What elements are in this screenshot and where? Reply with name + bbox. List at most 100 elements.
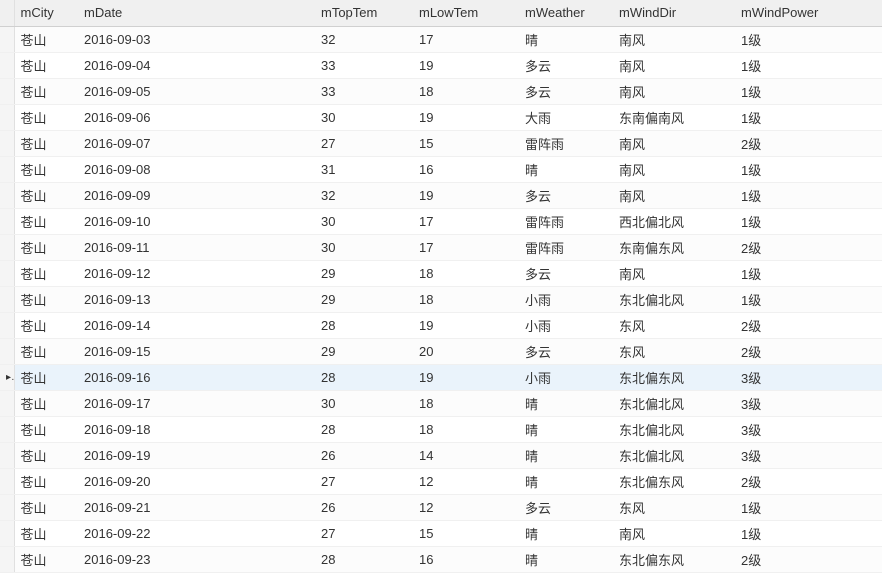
cell-lowtem[interactable]: 19 [413,182,519,208]
cell-lowtem[interactable]: 12 [413,468,519,494]
cell-city[interactable]: 苍山 [14,416,78,442]
cell-winddir[interactable]: 东南偏东风 [613,234,735,260]
cell-toptem[interactable]: 27 [315,468,413,494]
cell-city[interactable]: 苍山 [14,286,78,312]
cell-city[interactable]: 苍山 [14,494,78,520]
cell-date[interactable]: 2016-09-23 [78,546,315,572]
row-selector-cell[interactable] [0,312,14,338]
column-header-weather[interactable]: mWeather [519,0,613,26]
cell-windpow[interactable]: 1级 [735,26,882,52]
cell-date[interactable]: 2016-09-09 [78,182,315,208]
row-selector-cell[interactable] [0,156,14,182]
column-header-city[interactable]: mCity [14,0,78,26]
cell-city[interactable]: 苍山 [14,182,78,208]
cell-weather[interactable]: 晴 [519,156,613,182]
cell-winddir[interactable]: 东北偏北风 [613,286,735,312]
cell-city[interactable]: 苍山 [14,546,78,572]
row-selector-cell[interactable] [0,52,14,78]
cell-lowtem[interactable]: 15 [413,130,519,156]
cell-city[interactable]: 苍山 [14,26,78,52]
column-header-winddir[interactable]: mWindDir [613,0,735,26]
cell-city[interactable]: 苍山 [14,338,78,364]
cell-date[interactable]: 2016-09-03 [78,26,315,52]
cell-weather[interactable]: 晴 [519,390,613,416]
cell-winddir[interactable]: 南风 [613,520,735,546]
table-row[interactable]: 苍山2016-09-173018晴东北偏北风3级 [0,390,882,416]
table-row[interactable]: 苍山2016-09-043319多云南风1级 [0,52,882,78]
row-selector-cell[interactable] [0,338,14,364]
cell-date[interactable]: 2016-09-22 [78,520,315,546]
row-selector-cell[interactable] [0,26,14,52]
cell-toptem[interactable]: 31 [315,156,413,182]
table-row[interactable]: 苍山2016-09-202712晴东北偏东风2级 [0,468,882,494]
cell-weather[interactable]: 晴 [519,26,613,52]
cell-toptem[interactable]: 30 [315,104,413,130]
cell-weather[interactable]: 大雨 [519,104,613,130]
cell-city[interactable]: 苍山 [14,442,78,468]
cell-winddir[interactable]: 东风 [613,338,735,364]
cell-toptem[interactable]: 32 [315,26,413,52]
cell-lowtem[interactable]: 18 [413,416,519,442]
row-selector-cell[interactable] [0,286,14,312]
cell-weather[interactable]: 多云 [519,494,613,520]
cell-date[interactable]: 2016-09-05 [78,78,315,104]
cell-windpow[interactable]: 1级 [735,208,882,234]
cell-weather[interactable]: 多云 [519,260,613,286]
cell-windpow[interactable]: 2级 [735,130,882,156]
row-selector-cell[interactable] [0,208,14,234]
cell-toptem[interactable]: 30 [315,234,413,260]
cell-winddir[interactable]: 南风 [613,156,735,182]
cell-city[interactable]: 苍山 [14,390,78,416]
cell-winddir[interactable]: 东北偏北风 [613,442,735,468]
cell-lowtem[interactable]: 17 [413,234,519,260]
cell-winddir[interactable]: 东北偏东风 [613,468,735,494]
table-row[interactable]: 苍山2016-09-222715晴南风1级 [0,520,882,546]
cell-toptem[interactable]: 28 [315,546,413,572]
cell-date[interactable]: 2016-09-07 [78,130,315,156]
cell-windpow[interactable]: 2级 [735,468,882,494]
cell-weather[interactable]: 小雨 [519,312,613,338]
cell-lowtem[interactable]: 14 [413,442,519,468]
cell-city[interactable]: 苍山 [14,364,78,390]
row-selector-cell[interactable]: ▸ [0,364,14,390]
cell-toptem[interactable]: 27 [315,520,413,546]
row-selector-cell[interactable] [0,494,14,520]
cell-date[interactable]: 2016-09-14 [78,312,315,338]
table-row[interactable]: 苍山2016-09-152920多云东风2级 [0,338,882,364]
cell-toptem[interactable]: 27 [315,130,413,156]
row-selector-cell[interactable] [0,520,14,546]
row-selector-cell[interactable] [0,104,14,130]
table-row[interactable]: 苍山2016-09-113017雷阵雨东南偏东风2级 [0,234,882,260]
row-selector-cell[interactable] [0,260,14,286]
cell-toptem[interactable]: 28 [315,364,413,390]
cell-lowtem[interactable]: 18 [413,78,519,104]
table-row[interactable]: 苍山2016-09-232816晴东北偏东风2级 [0,546,882,572]
table-row[interactable]: 苍山2016-09-132918小雨东北偏北风1级 [0,286,882,312]
cell-windpow[interactable]: 1级 [735,156,882,182]
cell-city[interactable]: 苍山 [14,130,78,156]
cell-city[interactable]: 苍山 [14,78,78,104]
table-row[interactable]: 苍山2016-09-053318多云南风1级 [0,78,882,104]
table-row[interactable]: 苍山2016-09-192614晴东北偏北风3级 [0,442,882,468]
cell-windpow[interactable]: 1级 [735,520,882,546]
cell-lowtem[interactable]: 18 [413,286,519,312]
cell-weather[interactable]: 多云 [519,338,613,364]
cell-city[interactable]: 苍山 [14,468,78,494]
row-selector-cell[interactable] [0,234,14,260]
cell-toptem[interactable]: 30 [315,390,413,416]
cell-toptem[interactable]: 28 [315,416,413,442]
cell-weather[interactable]: 小雨 [519,286,613,312]
cell-winddir[interactable]: 东北偏北风 [613,390,735,416]
cell-winddir[interactable]: 南风 [613,182,735,208]
cell-date[interactable]: 2016-09-16 [78,364,315,390]
cell-winddir[interactable]: 南风 [613,78,735,104]
column-header-windpow[interactable]: mWindPower [735,0,882,26]
cell-windpow[interactable]: 2级 [735,338,882,364]
row-selector-cell[interactable] [0,416,14,442]
cell-lowtem[interactable]: 17 [413,26,519,52]
cell-windpow[interactable]: 2级 [735,312,882,338]
cell-windpow[interactable]: 1级 [735,52,882,78]
cell-lowtem[interactable]: 18 [413,390,519,416]
cell-windpow[interactable]: 3级 [735,390,882,416]
table-row[interactable]: 苍山2016-09-033217晴南风1级 [0,26,882,52]
